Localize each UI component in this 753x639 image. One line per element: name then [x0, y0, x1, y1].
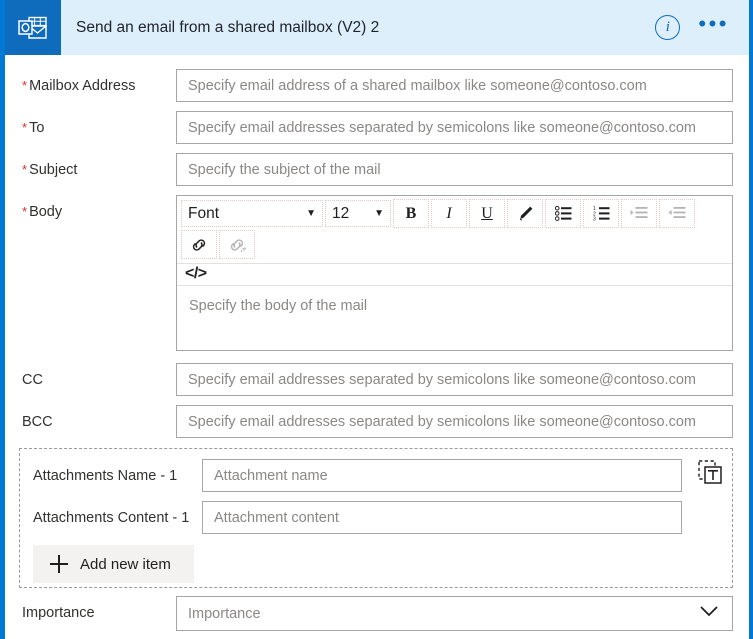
font-size-value: 12	[332, 204, 350, 222]
editor-toolbar: Font ▼ 12 ▼ B I U 1 2 3	[177, 196, 732, 264]
label-mailbox-address: * Mailbox Address	[22, 78, 136, 94]
info-icon[interactable]: i	[655, 15, 681, 40]
label-attachment-content: Attachments Content - 1	[33, 510, 190, 526]
italic-group: I	[431, 199, 467, 228]
label-to: * To	[22, 120, 45, 136]
required-asterisk: *	[22, 204, 28, 219]
outlook-icon	[5, 0, 61, 55]
font-name-group: Font ▼	[181, 200, 323, 227]
label-cc: CC	[22, 372, 43, 388]
unlink-group	[219, 230, 255, 259]
form-body: * Mailbox Address Specify email address o…	[5, 69, 749, 639]
label-subject: * Subject	[22, 162, 78, 178]
bulleted-list-group	[545, 199, 581, 228]
link-icon[interactable]	[183, 231, 215, 258]
action-card: Send an email from a shared mailbox (V2)…	[0, 0, 753, 639]
attachment-content-row: Attachments Content - 1 Attachment conte…	[20, 501, 732, 534]
field-row-subject: * Subject Specify the subject of the mail	[5, 153, 749, 186]
field-row-bcc: BCC Specify email addresses separated by…	[5, 405, 749, 438]
attachments-group: Attachments Name - 1 Attachment name Att…	[19, 448, 733, 588]
chevron-down-icon	[699, 605, 719, 622]
font-size-group: 12 ▼	[325, 200, 391, 227]
underline-button[interactable]: U	[471, 200, 503, 227]
body-rich-text-editor: Font ▼ 12 ▼ B I U 1 2 3 </> Specify the …	[176, 195, 733, 351]
font-name-dropdown[interactable]: Font ▼	[183, 201, 321, 226]
field-row-importance: Importance Importance	[5, 596, 749, 631]
header-actions: i •••	[655, 12, 749, 40]
required-asterisk: *	[22, 162, 28, 177]
field-row-body: * Body Font ▼ 12 ▼ B I U 1 2 3 </> Speci…	[5, 195, 749, 351]
subject-input[interactable]: Specify the subject of the mail	[176, 153, 733, 186]
outdent-group	[659, 199, 695, 228]
label-bcc: BCC	[22, 414, 53, 430]
required-asterisk: *	[22, 78, 28, 93]
field-row-mailbox-address: * Mailbox Address Specify email address o…	[5, 69, 749, 102]
text-color-group	[507, 199, 543, 228]
attachment-name-input[interactable]: Attachment name	[202, 459, 682, 492]
pen-highlight-icon[interactable]	[509, 200, 541, 227]
indent-decrease-icon[interactable]	[661, 200, 693, 227]
svg-text:3: 3	[593, 216, 596, 221]
importance-dropdown[interactable]: Importance	[176, 596, 733, 631]
label-body: * Body	[22, 204, 63, 220]
required-asterisk: *	[22, 120, 28, 135]
bulleted-list-icon[interactable]	[547, 200, 579, 227]
code-view-button[interactable]: </>	[183, 265, 209, 283]
body-input[interactable]: Specify the body of the mail	[177, 286, 732, 350]
bold-group: B	[393, 199, 429, 228]
bcc-input[interactable]: Specify email addresses separated by sem…	[176, 405, 733, 438]
editor-toolbar-second-row: </>	[177, 264, 732, 286]
numbered-list-group: 1 2 3	[583, 199, 619, 228]
chevron-down-icon: ▼	[306, 208, 316, 219]
field-row-to: * To Specify email addresses separated by…	[5, 111, 749, 144]
numbered-list-icon[interactable]: 1 2 3	[585, 200, 617, 227]
font-name-value: Font	[188, 204, 220, 222]
attachment-content-input[interactable]: Attachment content	[202, 501, 682, 534]
indent-group	[621, 199, 657, 228]
label-importance: Importance	[22, 605, 95, 621]
underline-group: U	[469, 199, 505, 228]
italic-button[interactable]: I	[433, 200, 465, 227]
page-title: Send an email from a shared mailbox (V2)…	[76, 18, 380, 36]
indent-increase-icon[interactable]	[623, 200, 655, 227]
cc-input[interactable]: Specify email addresses separated by sem…	[176, 363, 733, 396]
card-header: Send an email from a shared mailbox (V2)…	[5, 0, 749, 55]
more-options-icon[interactable]: •••	[698, 12, 729, 38]
mailbox-address-input[interactable]: Specify email address of a shared mailbo…	[176, 69, 733, 102]
field-row-cc: CC Specify email addresses separated by …	[5, 363, 749, 396]
attachment-name-row: Attachments Name - 1 Attachment name	[20, 459, 732, 492]
label-attachment-name: Attachments Name - 1	[33, 468, 178, 484]
bold-button[interactable]: B	[395, 200, 427, 227]
to-input[interactable]: Specify email addresses separated by sem…	[176, 111, 733, 144]
plus-icon	[50, 555, 68, 573]
importance-value: Importance	[188, 605, 261, 622]
link-group	[181, 230, 217, 259]
font-size-dropdown[interactable]: 12 ▼	[327, 201, 389, 226]
add-new-item-button[interactable]: Add new item	[33, 545, 194, 583]
add-new-item-label: Add new item	[80, 555, 171, 573]
unlink-icon[interactable]	[221, 231, 253, 258]
dynamic-content-icon[interactable]	[698, 459, 724, 489]
chevron-down-icon: ▼	[374, 208, 384, 219]
